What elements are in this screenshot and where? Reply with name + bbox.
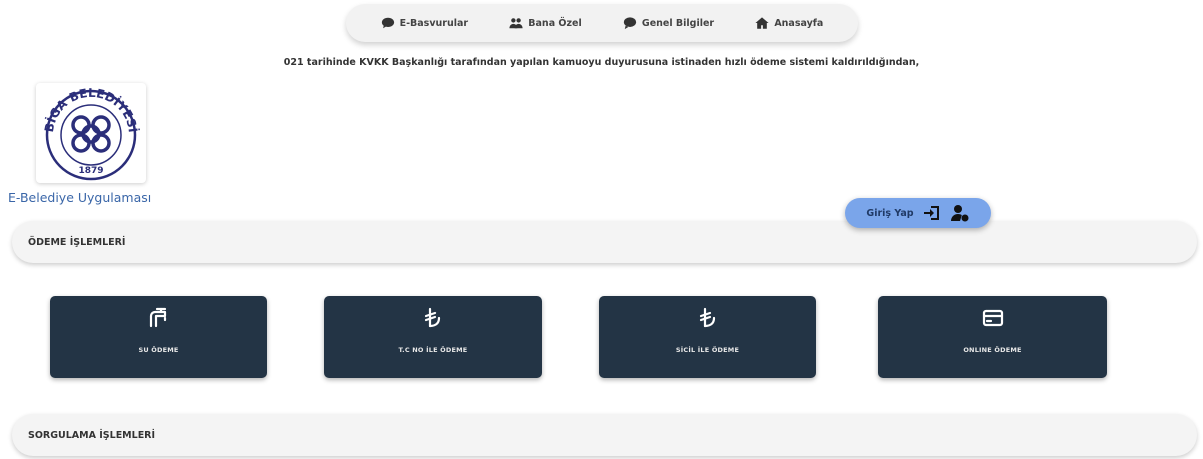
nav-item-genel-bilgiler[interactable]: Genel Bilgiler (623, 16, 714, 30)
nav-item-label: E-Basvurular (399, 17, 469, 29)
nav-item-e-basvurular[interactable]: E-Basvurular (381, 16, 469, 30)
tile-su-odeme[interactable]: SU ÖDEME (50, 296, 267, 378)
top-navigation: E-Basvurular Bana Özel Genel Bilgiler An… (346, 4, 858, 42)
logo-year: 1879 (78, 166, 103, 176)
tile-label: T.C NO İLE ÖDEME (398, 346, 468, 354)
municipality-seal-icon: BİGA BELEDİYESİ 1879 (42, 86, 141, 181)
tile-label: SİCİL İLE ÖDEME (675, 346, 740, 354)
nav-item-anasayfa[interactable]: Anasayfa (755, 16, 823, 30)
nav-item-label: Anasayfa (774, 17, 824, 29)
section-payment-header[interactable]: ÖDEME İŞLEMLERİ (12, 221, 1197, 263)
comment-icon (623, 17, 637, 30)
login-label: Giriş Yap (866, 207, 914, 219)
user-settings-icon (950, 205, 969, 222)
sign-in-icon (923, 206, 939, 220)
chat-bubble-icon (381, 17, 394, 29)
nav-item-bana-ozel[interactable]: Bana Özel (509, 16, 582, 30)
tile-online-odeme[interactable]: ONLINE ÖDEME (878, 296, 1107, 378)
tile-tc-no-odeme[interactable]: T.C NO İLE ÖDEME (324, 296, 542, 378)
login-button[interactable]: Giriş Yap (845, 198, 991, 228)
credit-card-icon (982, 309, 1003, 327)
section-title: SORGULAMA İŞLEMLERİ (28, 429, 156, 441)
app-title: E-Belediye Uygulaması (8, 190, 152, 205)
nav-item-label: Genel Bilgiler (641, 17, 715, 29)
lira-icon (699, 307, 715, 328)
tile-sicil-odeme[interactable]: SİCİL İLE ÖDEME (599, 296, 816, 378)
section-title: ÖDEME İŞLEMLERİ (28, 236, 126, 248)
users-icon (509, 18, 523, 29)
nav-item-label: Bana Özel (528, 17, 582, 29)
municipality-logo: BİGA BELEDİYESİ 1879 (36, 83, 146, 183)
section-query-header[interactable]: SORGULAMA İŞLEMLERİ (12, 414, 1197, 456)
tile-label: ONLINE ÖDEME (963, 346, 1022, 354)
tile-label: SU ÖDEME (138, 346, 179, 354)
lira-icon (424, 307, 441, 328)
water-tap-icon (149, 307, 166, 328)
home-icon (755, 17, 769, 29)
notice-text: 021 tarihinde KVKK Başkanlığı tarafından… (283, 57, 920, 68)
